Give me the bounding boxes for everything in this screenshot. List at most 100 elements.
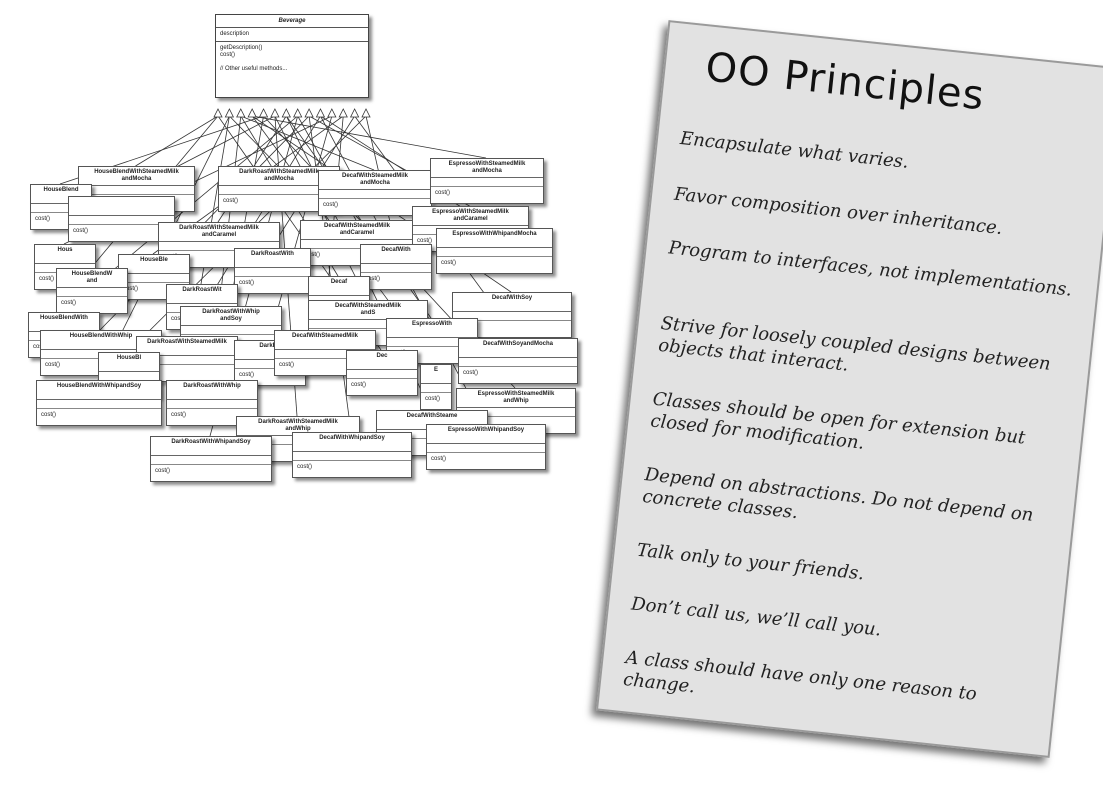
subclass-attributes (119, 274, 189, 282)
subclass-attributes (57, 288, 127, 296)
subclass-name: DecafWithSteamedMilk andMocha (319, 171, 431, 190)
subclass-attributes (79, 186, 194, 194)
beverage-class-name: Beverage (216, 15, 368, 28)
inheritance-arrowhead (349, 108, 360, 118)
subclass-name: DarkRoastWithWhip andSoy (181, 307, 281, 326)
subclass-box: EspressoWithSteamedMilk andMocha cost() (430, 158, 544, 204)
subclass-method: cost() (235, 276, 310, 293)
beverage-class-box: Beverage description getDescription() co… (215, 14, 369, 98)
subclass-box: Dec cost() (346, 350, 418, 396)
inheritance-arrowhead (361, 108, 371, 118)
subclass-name (69, 197, 174, 216)
subclass-box: DecafWith cost() (360, 244, 432, 290)
subclass-name: HouseBle (119, 255, 189, 274)
subclass-attributes (421, 384, 451, 392)
subclass-attributes (99, 372, 159, 380)
method-spacer (220, 59, 364, 66)
subclass-box: DarkRoastWith cost() (234, 248, 311, 294)
beverage-methods: getDescription() cost() // Other useful … (216, 42, 368, 76)
subclass-attributes (151, 456, 271, 464)
subclass-name: Decaf (309, 277, 369, 296)
subclass-name: DecafWithSoyandMocha (459, 339, 577, 358)
principle-6: Depend on abstractions. Do not depend on… (641, 464, 1035, 526)
subclass-method: cost() (57, 296, 127, 313)
method: getDescription() (220, 45, 263, 51)
subclass-name: EspressoWithSteamedMilk andWhip (457, 389, 575, 408)
inheritance-arrowhead (338, 108, 348, 118)
method: cost() (220, 52, 235, 58)
subclass-box: HouseBlendWithWhipandSoy cost() (36, 380, 162, 426)
principle-7: Talk only to your friends. (635, 539, 866, 585)
subclass-name: DecafWithSteamedMilk (275, 331, 375, 350)
inheritance-arrowhead (327, 108, 337, 118)
inheritance-line (240, 115, 375, 171)
subclass-attributes (437, 248, 552, 256)
principle-3: Program to interfaces, not implementatio… (667, 237, 1074, 301)
subclass-box: DecafWithSoyandMocha cost() (458, 338, 578, 384)
inheritance-line (308, 115, 352, 433)
subclass-attributes (427, 444, 545, 452)
subclass-attributes (319, 190, 431, 198)
subclass-name: EspressoWithWhipandMocha (437, 229, 552, 248)
inheritance-arrowhead (258, 108, 269, 118)
principle-1: Encapsulate what varies. (679, 127, 910, 173)
subclass-box: EspressoWithWhipandMocha cost() (436, 228, 553, 274)
subclass-attributes (431, 178, 543, 186)
subclass-attributes (459, 358, 577, 366)
card-title: OO Principles (703, 44, 987, 120)
subclass-method: cost() (347, 378, 417, 395)
subclass-attributes (181, 326, 281, 334)
inheritance-arrowhead (213, 108, 223, 118)
subclass-attributes (293, 452, 411, 460)
subclass-box: EspressoWithWhipandSoy cost() (426, 424, 546, 470)
principle-5: Classes should be open for extension but… (649, 388, 1027, 454)
subclass-method: cost() (421, 392, 451, 409)
class-diagram: HouseBlendWithSteamedMilk andMocha cost()… (0, 0, 600, 500)
subclass-name: DecafWithWhipandSoy (293, 433, 411, 452)
subclass-box: DarkRoastWithWhipandSoy cost() (150, 436, 272, 482)
subclass-attributes (235, 268, 310, 276)
subclass-method: cost() (151, 464, 271, 481)
inheritance-arrowhead (224, 108, 235, 118)
subclass-attributes (361, 264, 431, 272)
subclass-name: HouseBlendW and (57, 269, 127, 288)
subclass-name: DecafWithSteamedMilk andCaramel (301, 221, 413, 240)
subclass-name: EspressoWithSteamedMilk andMocha (431, 159, 543, 178)
subclass-method: cost() (361, 272, 431, 289)
inheritance-arrowhead (293, 108, 303, 118)
inheritance-arrowhead (247, 108, 257, 118)
subclass-name: HouseBl (99, 353, 159, 372)
principle-4: Strive for loosely coupled designs betwe… (657, 312, 1052, 376)
subclass-attributes (347, 370, 417, 378)
principle-2: Favor composition over inheritance. (673, 183, 1004, 240)
oo-principles-card: OO Principles Encapsulate what varies. F… (595, 20, 1103, 758)
subclass-method: cost() (437, 256, 552, 273)
subclass-box: Ecost() (420, 364, 452, 410)
principle-9: A class should have only one reason to c… (622, 647, 978, 705)
subclass-box: DecafWithWhipandSoy cost() (292, 432, 412, 478)
subclass-method: cost() (37, 408, 161, 425)
subclass-name: DecafWithSoy (453, 293, 571, 312)
subclass-method: cost() (427, 452, 545, 469)
subclass-method: cost() (431, 186, 543, 203)
inheritance-arrowhead (281, 108, 291, 118)
subclass-name: EspressoWithSteamedMilk andCaramel (413, 207, 528, 226)
subclass-name: DarkRoastWit (167, 285, 237, 304)
subclass-box: HouseBlendW and cost() (56, 268, 128, 314)
principle-8: Don’t call us, we’ll call you. (630, 593, 883, 641)
method: // Other useful methods... (220, 66, 288, 72)
subclass-name: DarkRoastWithWhip (167, 381, 257, 400)
inheritance-arrowhead (315, 108, 326, 118)
subclass-name: DarkRoastWithSteamedMilk andCaramel (159, 223, 279, 242)
beverage-attributes: description (216, 28, 368, 42)
subclass-name: HouseBlendWithWhipandSoy (37, 381, 161, 400)
subclass-name: EspressoWithWhipandSoy (427, 425, 545, 444)
subclass-name: E (421, 365, 451, 384)
subclass-name: DecafWith (361, 245, 431, 264)
subclass-attributes (167, 400, 257, 408)
subclass-method: cost() (293, 460, 411, 477)
subclass-name: HouseBlendWithSteamedMilk andMocha (79, 167, 194, 186)
subclass-name: Dec (347, 351, 417, 370)
inheritance-line (135, 115, 219, 167)
subclass-name: DarkRoastWithWhipandSoy (151, 437, 271, 456)
